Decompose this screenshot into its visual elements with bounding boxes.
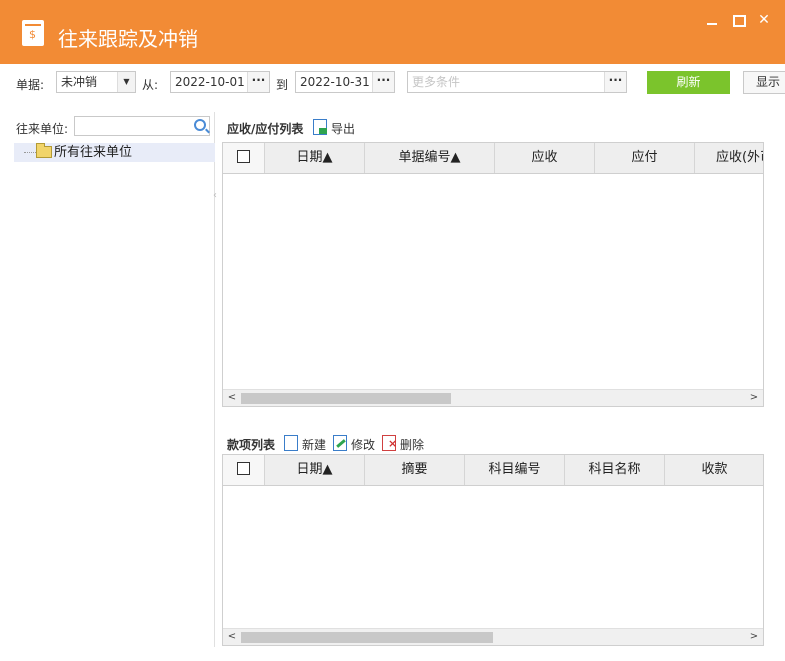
maximize-button[interactable]: [730, 12, 746, 28]
from-date-picker-button[interactable]: ···: [247, 72, 269, 92]
doc-label: 单据:: [16, 78, 45, 92]
refresh-button[interactable]: 刷新: [647, 71, 730, 94]
ar-ap-grid-header: 日期▲ 单据编号▲ 应收 应付 应收(外币: [223, 143, 763, 174]
from-date-field[interactable]: 2022-10-01 ···: [170, 71, 270, 93]
chevron-down-icon[interactable]: ▼: [117, 72, 135, 92]
doc-status-select[interactable]: 未冲销 ▼: [56, 71, 136, 93]
search-icon[interactable]: [194, 119, 206, 131]
unit-search-input[interactable]: [74, 116, 210, 136]
to-date-value: 2022-10-31: [300, 75, 370, 89]
payment-horizontal-scrollbar[interactable]: < >: [223, 628, 763, 645]
ar-ap-horizontal-scrollbar[interactable]: < >: [223, 389, 763, 406]
delete-button[interactable]: 删除: [382, 435, 425, 453]
payment-list-title: 款项列表: [227, 438, 276, 452]
select-all-checkbox[interactable]: [223, 143, 265, 173]
to-label: 到: [276, 78, 289, 92]
ledger-icon: $: [22, 20, 44, 46]
minimize-button[interactable]: [704, 12, 720, 28]
export-label: 导出: [331, 122, 356, 136]
unit-label: 往来单位:: [16, 122, 69, 136]
close-button[interactable]: ✕: [756, 12, 772, 28]
delete-icon: [382, 435, 397, 451]
column-header-summary[interactable]: 摘要: [365, 455, 465, 485]
scroll-right-icon[interactable]: >: [746, 630, 762, 644]
more-conditions-placeholder: 更多条件: [412, 75, 461, 89]
new-button[interactable]: 新建: [284, 435, 327, 453]
main-window: $ 往来跟踪及冲销 ✕ 单据: 未冲销 ▼ 从: 2022-10-01 ··· …: [0, 0, 785, 661]
edit-button[interactable]: 修改: [333, 435, 376, 453]
show-button[interactable]: 显示: [743, 71, 785, 94]
unit-panel: 往来单位: 所有往来单位: [10, 112, 215, 647]
scroll-left-icon[interactable]: <: [224, 630, 240, 644]
to-date-picker-button[interactable]: ···: [372, 72, 394, 92]
more-conditions-button[interactable]: ···: [604, 72, 626, 92]
payment-grid: 日期▲ 摘要 科目编号 科目名称 收款 < >: [222, 454, 764, 646]
edit-label: 修改: [351, 438, 376, 452]
column-header-receipt[interactable]: 收款: [665, 455, 763, 485]
doc-status-value: 未冲销: [61, 75, 98, 89]
export-button[interactable]: 导出: [313, 119, 356, 137]
column-header-payable[interactable]: 应付: [595, 143, 695, 173]
from-date-value: 2022-10-01: [175, 75, 245, 89]
tree-item-all-units[interactable]: 所有往来单位: [14, 143, 215, 162]
scroll-thumb[interactable]: [241, 393, 451, 404]
to-date-field[interactable]: 2022-10-31 ···: [295, 71, 395, 93]
column-header-receivable-foreign[interactable]: 应收(外币: [695, 143, 763, 173]
title-bar: $ 往来跟踪及冲销 ✕: [0, 0, 785, 64]
more-conditions-field[interactable]: 更多条件 ···: [407, 71, 627, 93]
new-document-icon: [284, 435, 298, 451]
payment-grid-header: 日期▲ 摘要 科目编号 科目名称 收款: [223, 455, 763, 486]
new-label: 新建: [302, 438, 327, 452]
tree-item-label: 所有往来单位: [54, 145, 133, 160]
edit-icon: [333, 435, 347, 451]
column-header-account-no[interactable]: 科目编号: [465, 455, 565, 485]
scroll-thumb[interactable]: [241, 632, 493, 643]
collapse-handle[interactable]: ‹: [211, 166, 221, 226]
column-header-receivable[interactable]: 应收: [495, 143, 595, 173]
scroll-right-icon[interactable]: >: [746, 391, 762, 405]
export-icon: [313, 119, 327, 135]
column-header-date[interactable]: 日期▲: [265, 455, 365, 485]
delete-label: 删除: [400, 438, 425, 452]
column-header-date[interactable]: 日期▲: [265, 143, 365, 173]
ar-ap-list-title: 应收/应付列表: [227, 122, 304, 136]
column-header-doc-no[interactable]: 单据编号▲: [365, 143, 495, 173]
folder-icon: [36, 143, 52, 158]
window-title: 往来跟踪及冲销: [58, 27, 198, 51]
from-label: 从:: [142, 78, 159, 92]
scroll-left-icon[interactable]: <: [224, 391, 240, 405]
select-all-checkbox[interactable]: [223, 455, 265, 485]
ar-ap-grid: 日期▲ 单据编号▲ 应收 应付 应收(外币 < >: [222, 142, 764, 407]
chevron-left-icon: ‹: [213, 190, 217, 201]
column-header-account-name[interactable]: 科目名称: [565, 455, 665, 485]
filter-toolbar: 单据: 未冲销 ▼ 从: 2022-10-01 ··· 到 2022-10-31…: [0, 64, 785, 102]
